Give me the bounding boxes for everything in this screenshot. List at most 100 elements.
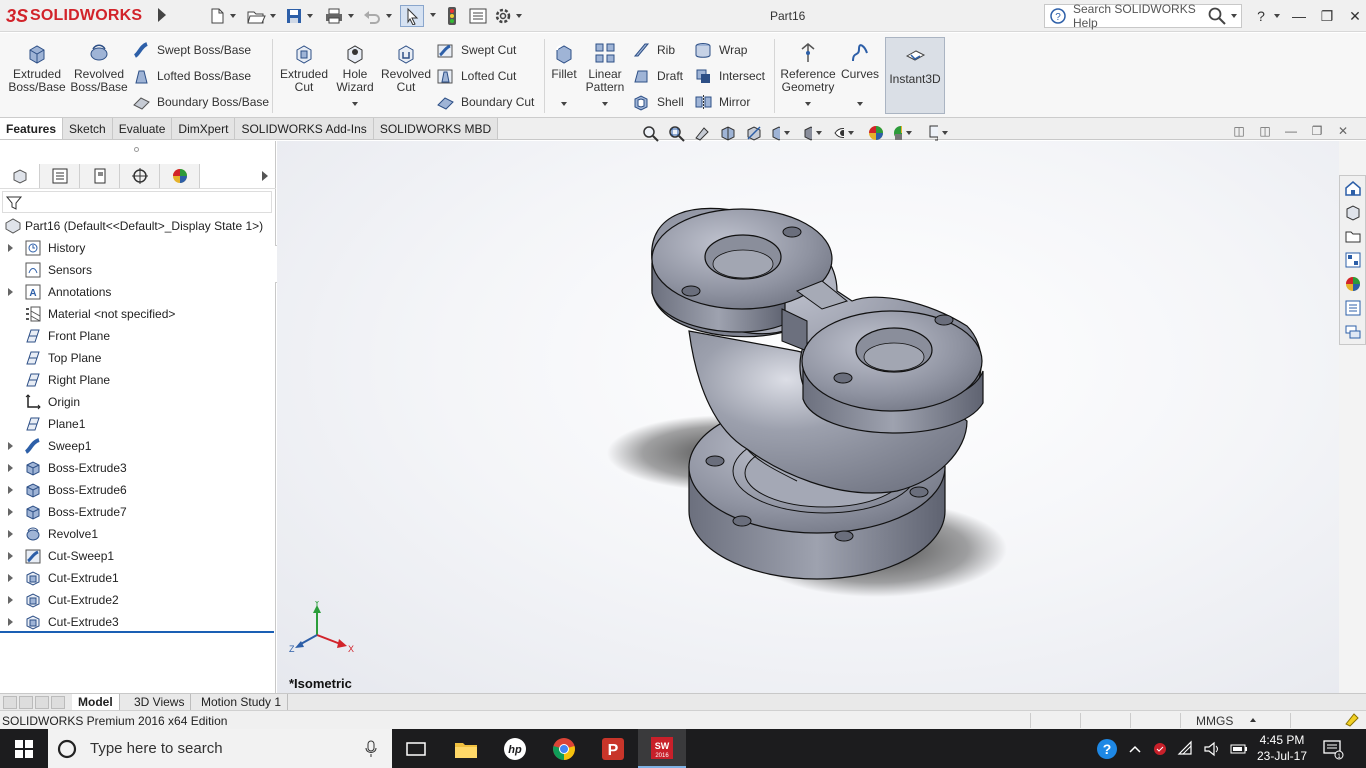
apply-scene-button[interactable]: [892, 123, 912, 143]
dimxpertmanager-tab[interactable]: [120, 163, 160, 188]
curves-button[interactable]: Curves: [840, 41, 880, 81]
print-button[interactable]: [324, 5, 354, 27]
expand-arrow-icon[interactable]: [8, 618, 13, 626]
configurationmanager-tab[interactable]: [80, 163, 120, 188]
tab-dimxpert[interactable]: DimXpert: [172, 118, 236, 139]
tree-item-plane1[interactable]: Plane1: [0, 413, 276, 435]
zoom-to-area-button[interactable]: [666, 123, 686, 143]
forum-tab[interactable]: [1340, 320, 1365, 344]
doc-close-icon[interactable]: ✕: [1336, 124, 1350, 138]
fillet-button[interactable]: Fillet: [548, 41, 580, 81]
open-button[interactable]: [246, 5, 276, 27]
view-orientation-button[interactable]: [770, 123, 790, 143]
unit-system-selector[interactable]: MMGS: [1196, 714, 1233, 728]
shell-button[interactable]: Shell: [632, 92, 684, 112]
tree-item-front-plane[interactable]: Front Plane: [0, 325, 276, 347]
solidworks-logo[interactable]: 3S SOLIDWORKS: [6, 2, 152, 30]
save-button[interactable]: [285, 5, 313, 27]
tree-item-boss-extrude7[interactable]: Boss-Extrude7: [0, 501, 276, 523]
tree-item-origin[interactable]: Origin: [0, 391, 276, 413]
help-search-input[interactable]: Search SOLIDWORKS Help: [1073, 2, 1207, 30]
swept-cut-button[interactable]: Swept Cut: [436, 40, 516, 60]
design-library-tab[interactable]: [1340, 200, 1365, 224]
taskbar-search-box[interactable]: Type here to search: [48, 729, 392, 768]
volume-icon[interactable]: [1203, 740, 1221, 758]
battery-icon[interactable]: [1229, 740, 1249, 758]
tab-3d-views[interactable]: 3D Views: [128, 694, 192, 710]
tree-item-annotations[interactable]: A Annotations: [0, 281, 276, 303]
start-button[interactable]: [0, 729, 48, 768]
first-tab-button[interactable]: [3, 696, 17, 709]
chevron-up-icon[interactable]: [1127, 741, 1143, 757]
chrome-button[interactable]: [540, 729, 588, 768]
help-search-box[interactable]: ? Search SOLIDWORKS Help: [1044, 2, 1242, 30]
graphics-area[interactable]: Y X Z *Isometric: [277, 141, 1339, 693]
select-button[interactable]: [400, 5, 424, 27]
zoom-to-fit-button[interactable]: [640, 123, 660, 143]
tile-left-icon[interactable]: ◫: [1232, 124, 1246, 138]
expand-arrow-icon[interactable]: [8, 486, 13, 494]
expand-arrow-icon[interactable]: [8, 508, 13, 516]
tree-item-boss-extrude6[interactable]: Boss-Extrude6: [0, 479, 276, 501]
menu-expand-arrow-icon[interactable]: [158, 8, 166, 22]
mirror-button[interactable]: Mirror: [694, 92, 750, 112]
section-view-button[interactable]: [718, 123, 738, 143]
extruded-cut-button[interactable]: Extruded Cut: [278, 41, 330, 94]
expand-arrow-icon[interactable]: [8, 552, 13, 560]
tree-item-revolve1[interactable]: Revolve1: [0, 523, 276, 545]
expand-arrow-icon[interactable]: [8, 596, 13, 604]
units-arrow-icon[interactable]: [1250, 718, 1256, 722]
tab-motion-study-1[interactable]: Motion Study 1: [195, 694, 289, 710]
instant3d-button[interactable]: Instant3D: [885, 37, 945, 114]
more-tabs-arrow-icon[interactable]: [262, 171, 268, 181]
tree-item-cut-sweep1[interactable]: Cut-Sweep1: [0, 545, 276, 567]
prev-tab-button[interactable]: [19, 696, 33, 709]
propertymanager-tab[interactable]: [40, 163, 80, 188]
edit-appearance-button[interactable]: [866, 123, 886, 143]
undo-button[interactable]: [362, 5, 392, 27]
extruded-boss-button[interactable]: Extruded Boss/Base: [8, 41, 66, 94]
tree-item-cut-extrude1[interactable]: Cut-Extrude1: [0, 567, 276, 589]
help-tray-icon[interactable]: ?: [1095, 737, 1119, 761]
tree-item-right-plane[interactable]: Right Plane: [0, 369, 276, 391]
tab-model[interactable]: Model: [72, 694, 120, 710]
rebuild-indicator-icon[interactable]: [1344, 712, 1360, 728]
close-icon[interactable]: ✕: [1346, 8, 1364, 25]
tree-item-sweep1[interactable]: Sweep1: [0, 435, 276, 457]
rollback-bar[interactable]: [0, 631, 274, 633]
tree-item-material-not-specified[interactable]: Material <not specified>: [0, 303, 276, 325]
swept-boss-button[interactable]: Swept Boss/Base: [132, 40, 251, 60]
rib-button[interactable]: Rib: [632, 40, 675, 60]
hole-wizard-button[interactable]: Hole Wizard: [332, 41, 378, 94]
revolved-boss-button[interactable]: Revolved Boss/Base: [70, 41, 128, 94]
wrap-button[interactable]: Wrap: [694, 40, 747, 60]
tab-sketch[interactable]: Sketch: [63, 118, 113, 139]
tree-item-boss-extrude3[interactable]: Boss-Extrude3: [0, 457, 276, 479]
task-view-button[interactable]: [392, 729, 440, 768]
expand-arrow-icon[interactable]: [8, 574, 13, 582]
taskbar-clock[interactable]: 4:45 PM 23-Jul-17: [1250, 732, 1314, 764]
boundary-boss-button[interactable]: Boundary Boss/Base: [132, 92, 269, 112]
presentation-app-button[interactable]: P: [589, 729, 637, 768]
tree-item-history[interactable]: History: [0, 237, 276, 259]
taskbar-search-input[interactable]: Type here to search: [90, 740, 223, 757]
lofted-boss-button[interactable]: Lofted Boss/Base: [132, 66, 251, 86]
restore-icon[interactable]: ❐: [1318, 8, 1336, 25]
doc-minimize-icon[interactable]: —: [1284, 124, 1298, 138]
wifi-icon[interactable]: [1177, 740, 1195, 758]
view-settings-button[interactable]: [928, 123, 948, 143]
expand-arrow-icon[interactable]: [8, 464, 13, 472]
tab-evaluate[interactable]: Evaluate: [112, 118, 173, 139]
expand-arrow-icon[interactable]: [8, 288, 13, 296]
lofted-cut-button[interactable]: Lofted Cut: [436, 66, 516, 86]
tree-item-top-plane[interactable]: Top Plane: [0, 347, 276, 369]
doc-restore-icon[interactable]: ❐: [1310, 124, 1324, 138]
tab-features[interactable]: Features: [0, 118, 64, 139]
custom-properties-tab[interactable]: [1340, 296, 1365, 320]
hide-show-items-button[interactable]: [834, 123, 854, 143]
boundary-cut-button[interactable]: Boundary Cut: [436, 92, 534, 112]
tree-item-cut-extrude2[interactable]: Cut-Extrude2: [0, 589, 276, 611]
action-center-icon[interactable]: 1: [1322, 738, 1344, 760]
file-explorer-button[interactable]: [442, 729, 490, 768]
last-tab-button[interactable]: [51, 696, 65, 709]
